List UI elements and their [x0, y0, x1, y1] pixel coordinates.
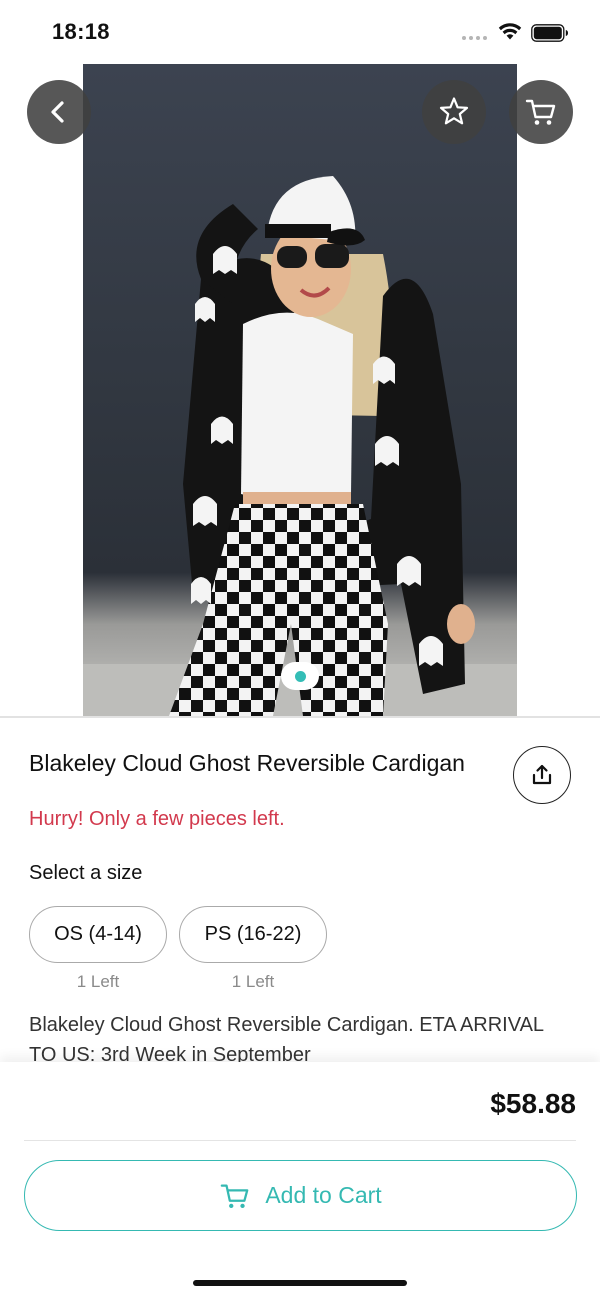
stock-warning: Hurry! Only a few pieces left.: [29, 808, 285, 830]
battery-icon: [531, 24, 568, 42]
back-button[interactable]: [27, 80, 91, 144]
size-stock-os: 1 Left: [76, 972, 120, 991]
product-gallery[interactable]: [0, 64, 600, 716]
size-stock-ps: 1 Left: [231, 972, 275, 991]
product-price: $58.88: [490, 1088, 576, 1119]
share-button[interactable]: [513, 746, 571, 804]
wifi-icon: [498, 23, 522, 40]
home-indicator[interactable]: [193, 1280, 407, 1286]
page-dot-active: [294, 670, 306, 682]
size-option-ps[interactable]: PS (16-22): [179, 906, 327, 963]
add-to-cart-label: Add to Cart: [265, 1182, 382, 1208]
star-icon: [439, 97, 469, 125]
status-bar: 18:18: [0, 0, 600, 64]
product-title: Blakeley Cloud Ghost Reversible Cardigan: [29, 750, 465, 776]
chevron-left-icon: [51, 101, 64, 123]
size-option-os[interactable]: OS (4-14): [29, 906, 167, 963]
signal-dots-icon: [462, 36, 487, 40]
favorite-button[interactable]: [422, 80, 486, 144]
share-icon: [532, 764, 552, 785]
product-photo[interactable]: [83, 64, 517, 716]
page-indicator[interactable]: [281, 662, 319, 690]
model-illustration: [83, 176, 517, 716]
status-time: 18:18: [52, 19, 110, 44]
size-selector-label: Select a size: [29, 862, 143, 884]
cart-icon: [525, 99, 556, 125]
divider: [0, 716, 600, 718]
cart-button[interactable]: [509, 80, 573, 144]
add-to-cart-button[interactable]: Add to Cart: [24, 1160, 577, 1231]
cart-icon: [221, 1184, 249, 1208]
divider: [24, 1140, 576, 1141]
purchase-panel: $58.88 Add to Cart: [0, 1062, 600, 1299]
product-description: Blakeley Cloud Ghost Reversible Cardigan…: [29, 1014, 544, 1066]
